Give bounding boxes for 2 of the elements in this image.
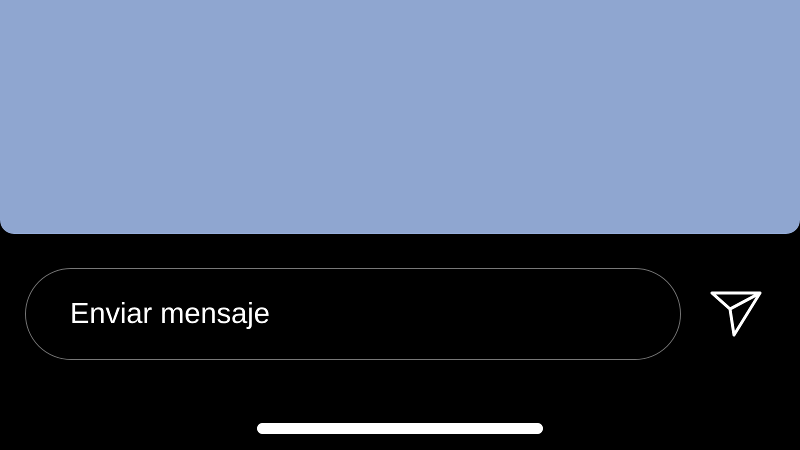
send-icon[interactable] bbox=[710, 290, 762, 338]
message-field[interactable]: Enviar mensaje bbox=[25, 268, 681, 360]
